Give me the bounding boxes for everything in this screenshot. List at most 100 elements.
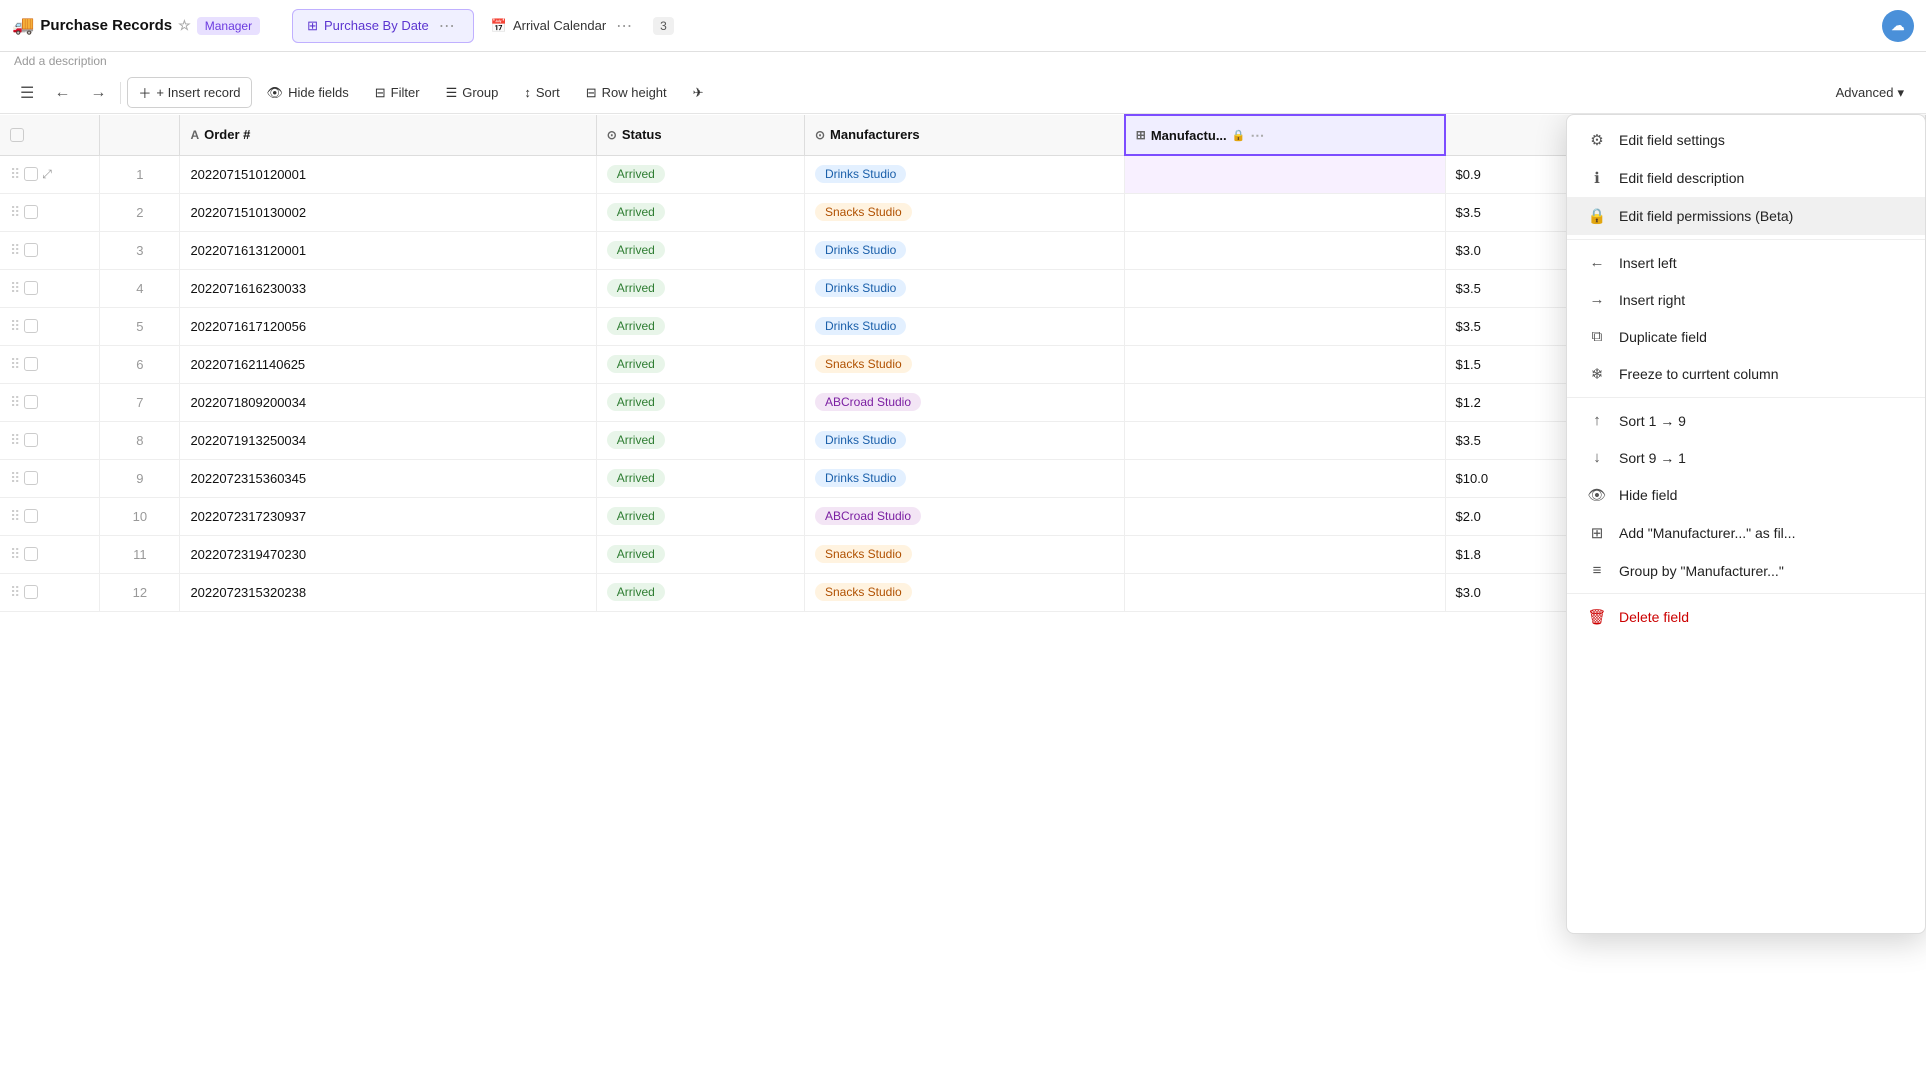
col-header-status[interactable]: ⊙ Status [596, 115, 804, 155]
group-button[interactable]: ☰ Group [435, 79, 510, 107]
menu-item-edit-field-description[interactable]: ℹ Edit field description [1567, 159, 1925, 197]
tab-purchase-dots[interactable]: ⋯ [435, 16, 459, 36]
menu-item-insert-right[interactable]: → Insert right [1567, 281, 1925, 318]
col-manufactu-dots[interactable]: ⋯ [1250, 127, 1264, 144]
row-checkbox[interactable] [24, 509, 38, 523]
row-num: 11 [100, 535, 180, 573]
advanced-button[interactable]: Advanced ▾ [1826, 80, 1914, 106]
drag-handle[interactable]: ⠿ [10, 204, 20, 221]
header-checkbox[interactable] [10, 128, 24, 142]
edit-field-settings-label: Edit field settings [1619, 132, 1725, 148]
insert-record-button[interactable]: ＋ + Insert record [127, 77, 251, 108]
menu-item-freeze-column[interactable]: ❄ Freeze to currtent column [1567, 355, 1925, 393]
app-name: Purchase Records [40, 17, 172, 34]
drag-handle[interactable]: ⠿ [10, 280, 20, 297]
drag-handle[interactable]: ⠿ [10, 432, 20, 449]
manufacturer-badge: Snacks Studio [815, 583, 912, 601]
row-order: 2022071617120056 [180, 307, 596, 345]
col-header-checkbox[interactable] [0, 115, 100, 155]
drag-handle[interactable]: ⠿ [10, 546, 20, 563]
menu-item-edit-field-permissions[interactable]: 🔒 Edit field permissions (Beta) [1567, 197, 1925, 235]
row-checkbox[interactable] [24, 243, 38, 257]
share-button[interactable]: ✈ [682, 79, 715, 107]
expand-icon[interactable]: ⤢ [42, 167, 52, 182]
col-header-manufactu[interactable]: ⊞ Manufactu... 🔒 ⋯ [1125, 115, 1445, 155]
row-manufacturer: Drinks Studio [804, 155, 1124, 193]
top-bar-right: ☁ [1882, 10, 1914, 42]
menu-item-sort-desc[interactable]: ↓ Sort 9 → 1 [1567, 439, 1925, 476]
duplicate-field-label: Duplicate field [1619, 329, 1707, 345]
row-manufactu-extra [1125, 345, 1445, 383]
row-checkbox[interactable] [24, 585, 38, 599]
manufacturer-badge: ABCroad Studio [815, 393, 921, 411]
drag-handle[interactable]: ⠿ [10, 394, 20, 411]
row-status: Arrived [596, 383, 804, 421]
menu-item-sort-asc[interactable]: ↑ Sort 1 → 9 [1567, 402, 1925, 439]
row-checkbox[interactable] [24, 167, 38, 181]
row-manufacturer: Drinks Studio [804, 231, 1124, 269]
manufacturer-badge: Snacks Studio [815, 545, 912, 563]
drag-handle[interactable]: ⠿ [10, 356, 20, 373]
row-checkbox[interactable] [24, 281, 38, 295]
col-status-label: Status [622, 127, 662, 142]
menu-item-edit-field-settings[interactable]: ⚙ Edit field settings [1567, 121, 1925, 159]
row-checkbox[interactable] [24, 319, 38, 333]
row-checkbox[interactable] [24, 395, 38, 409]
filter-button[interactable]: ⊟ Filter [364, 79, 431, 107]
toolbar: ☰ ← → ＋ + Insert record 👁 Hide fields ⊟ … [0, 72, 1926, 114]
row-checkbox[interactable] [24, 547, 38, 561]
sort-button[interactable]: ↕ Sort [513, 79, 570, 106]
app-emoji: 🚚 [12, 15, 34, 36]
edit-field-settings-icon: ⚙ [1587, 131, 1607, 149]
row-status: Arrived [596, 307, 804, 345]
col-header-manufacturers[interactable]: ⊙ Manufacturers [804, 115, 1124, 155]
freeze-column-label: Freeze to currtent column [1619, 366, 1779, 382]
menu-item-add-as-filter[interactable]: ⊞ Add "Manufacturer..." as fil... [1567, 514, 1925, 552]
filter-icon: ⊟ [375, 85, 386, 101]
drag-handle[interactable]: ⠿ [10, 166, 20, 183]
row-manufacturer: Snacks Studio [804, 193, 1124, 231]
edit-field-permissions-label: Edit field permissions (Beta) [1619, 208, 1793, 224]
tab-arrival-dots[interactable]: ⋯ [612, 16, 636, 36]
drag-handle[interactable]: ⠿ [10, 470, 20, 487]
row-height-button[interactable]: ⊟ Row height [575, 79, 678, 107]
undo-button[interactable]: ← [46, 80, 78, 106]
freeze-column-icon: ❄ [1587, 365, 1607, 383]
menu-item-delete-field[interactable]: 🗑 Delete field [1567, 598, 1925, 636]
menu-item-group-by[interactable]: ≡ Group by "Manufacturer..." [1567, 552, 1925, 589]
row-checkbox[interactable] [24, 357, 38, 371]
row-checkbox[interactable] [24, 471, 38, 485]
tab-purchase-by-date[interactable]: ⊞ Purchase By Date ⋯ [292, 9, 474, 43]
drag-handle[interactable]: ⠿ [10, 508, 20, 525]
col-header-order[interactable]: A Order # [180, 115, 596, 155]
redo-button[interactable]: → [82, 80, 114, 106]
row-status: Arrived [596, 231, 804, 269]
subtitle[interactable]: Add a description [0, 52, 1926, 72]
status-badge: Arrived [607, 507, 665, 525]
group-icon: ☰ [446, 85, 458, 101]
star-icon[interactable]: ☆ [178, 17, 191, 34]
tab-arrival-calendar[interactable]: 📅 Arrival Calendar ⋯ [476, 9, 651, 43]
tab-count: 3 [653, 17, 674, 35]
hide-fields-button[interactable]: 👁 Hide fields [256, 79, 360, 107]
row-num: 4 [100, 269, 180, 307]
sidebar-toggle[interactable]: ☰ [12, 79, 42, 107]
menu-item-hide-field[interactable]: 👁 Hide field [1567, 476, 1925, 514]
row-num: 1 [100, 155, 180, 193]
manufacturer-badge: Drinks Studio [815, 431, 906, 449]
row-checkbox[interactable] [24, 205, 38, 219]
edit-field-permissions-icon: 🔒 [1587, 207, 1607, 225]
drag-handle[interactable]: ⠿ [10, 584, 20, 601]
manufacturer-badge: Drinks Studio [815, 165, 906, 183]
hide-fields-label: Hide fields [288, 85, 349, 100]
menu-item-insert-left[interactable]: ← Insert left [1567, 244, 1925, 281]
drag-handle[interactable]: ⠿ [10, 318, 20, 335]
menu-item-duplicate-field[interactable]: ⧉ Duplicate field [1567, 318, 1925, 355]
row-check-cell: ⠿ [0, 497, 100, 535]
row-manufacturer: Drinks Studio [804, 307, 1124, 345]
row-check-cell: ⠿ [0, 231, 100, 269]
row-checkbox[interactable] [24, 433, 38, 447]
drag-handle[interactable]: ⠿ [10, 242, 20, 259]
edit-field-description-label: Edit field description [1619, 170, 1744, 186]
insert-left-icon: ← [1587, 254, 1607, 271]
